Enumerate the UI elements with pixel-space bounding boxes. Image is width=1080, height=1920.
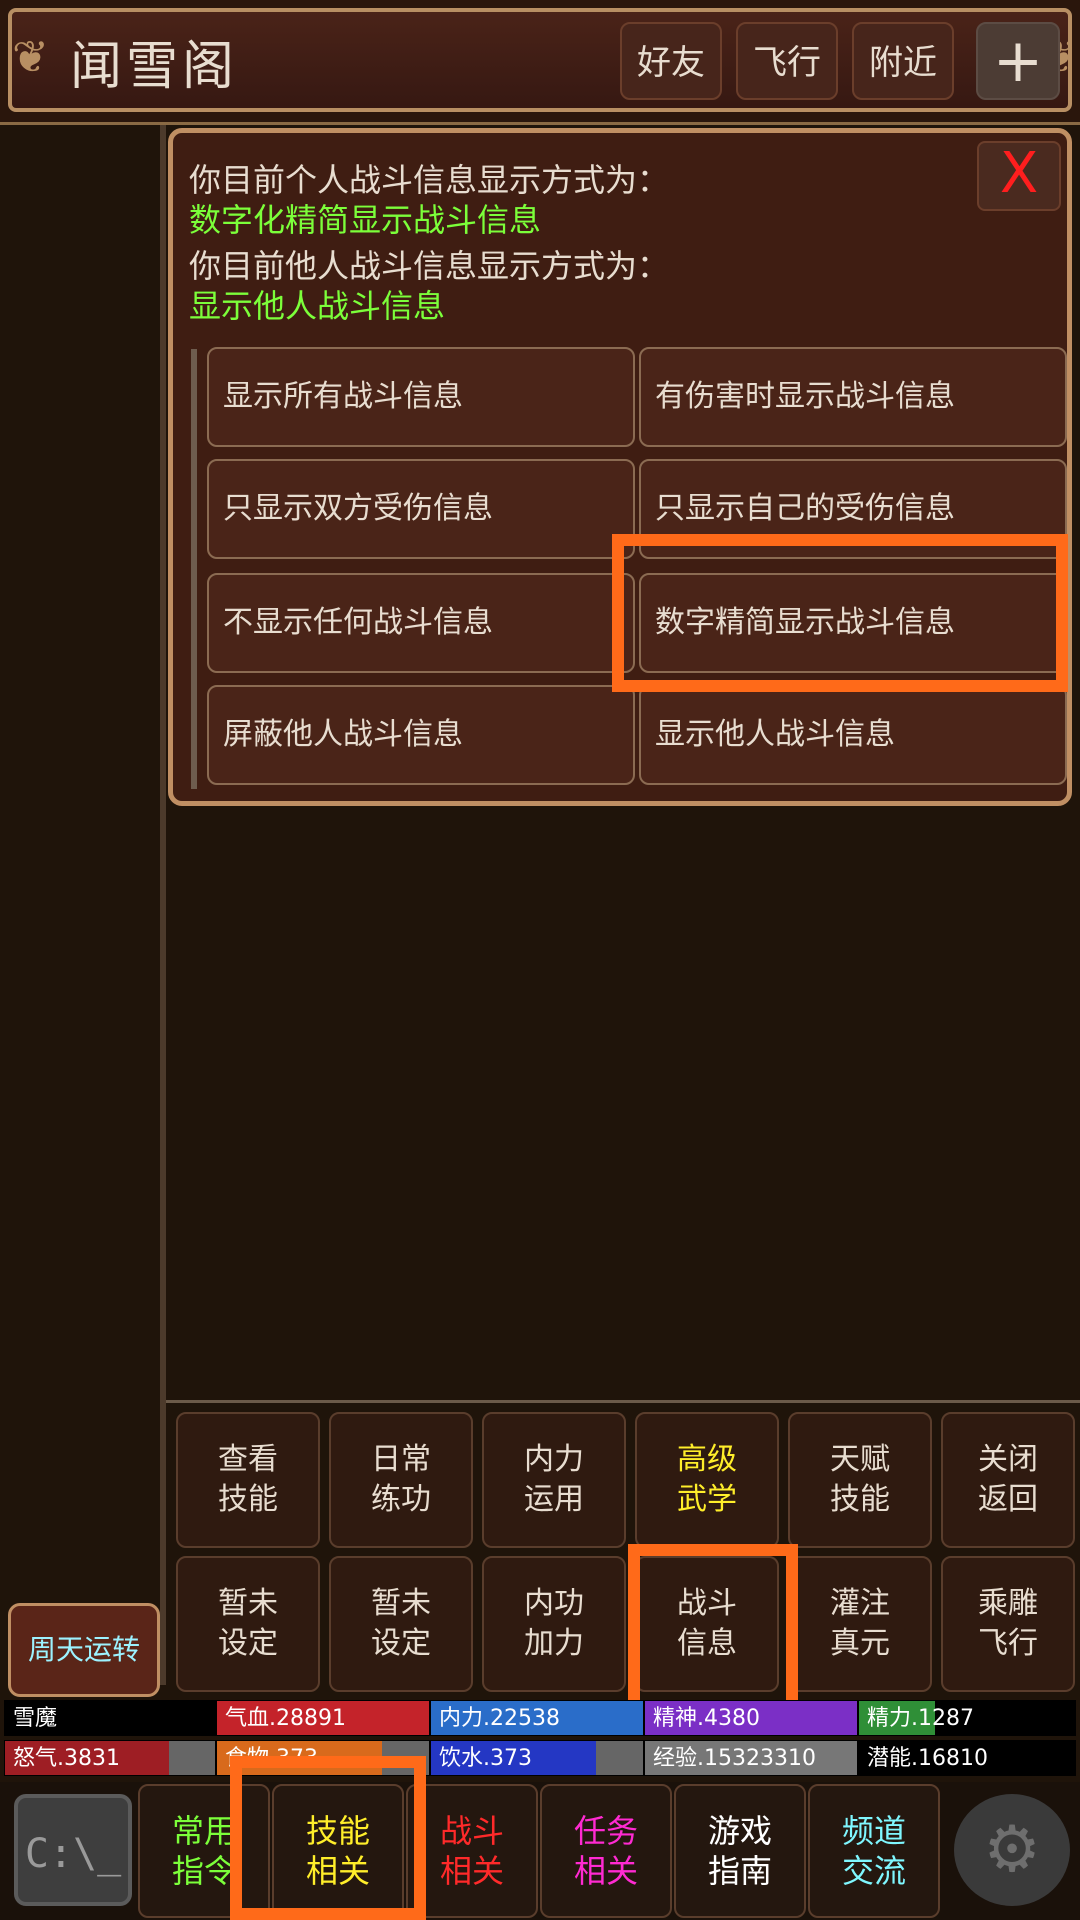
- bottom-label-2: 交流: [841, 1852, 906, 1890]
- stat-label: 怒气.3831: [13, 1746, 120, 1771]
- close-button[interactable]: X: [977, 141, 1061, 211]
- stat-exp: 经验.15323310: [644, 1740, 858, 1776]
- grid-label-1: 暂未: [218, 1586, 278, 1621]
- bottom-label-1: 频道: [841, 1812, 906, 1850]
- ornament-left-icon: ❦: [12, 32, 49, 83]
- grid-label-1: 关闭: [978, 1442, 1038, 1477]
- battle-info-popup: 你目前个人战斗信息显示方式为： 数字化精简显示战斗信息 你目前他人战斗信息显示方…: [168, 128, 1072, 806]
- fly-button[interactable]: 飞行: [736, 22, 838, 100]
- stat-water: 饮水.373: [430, 1740, 644, 1776]
- grid-neili-use[interactable]: 内力 运用: [482, 1412, 626, 1548]
- plus-button[interactable]: +: [976, 22, 1060, 100]
- grid-label-2: 真元: [830, 1626, 890, 1661]
- stat-label: 精神.4380: [653, 1706, 760, 1731]
- grid-label-2: 运用: [524, 1482, 584, 1517]
- settings-gear-icon[interactable]: ⚙: [954, 1794, 1070, 1906]
- grid-label-2: 设定: [371, 1626, 431, 1661]
- stat-label: 内力.22538: [439, 1706, 560, 1731]
- stat-name: 雪魔: [4, 1700, 216, 1736]
- grid-label-2: 技能: [830, 1482, 890, 1517]
- sidebar-divider: [160, 125, 166, 1685]
- stat-neili: 内力.22538: [430, 1700, 644, 1736]
- zhoutian-button[interactable]: 周天运转: [8, 1603, 160, 1697]
- personal-mode-value: 数字化精简显示战斗信息: [189, 201, 542, 239]
- grid-ride-eagle[interactable]: 乘雕 飞行: [941, 1556, 1075, 1692]
- option-show-both-damage[interactable]: 只显示双方受伤信息: [207, 459, 635, 559]
- options-scrollbar[interactable]: [191, 349, 197, 789]
- grid-inner-power-boost[interactable]: 内功 加力: [482, 1556, 626, 1692]
- grid-label-2: 设定: [218, 1626, 278, 1661]
- grid-label-1: 高级: [677, 1442, 737, 1477]
- grid-close-return[interactable]: 关闭 返回: [941, 1412, 1075, 1548]
- grid-daily-practice[interactable]: 日常 练功: [329, 1412, 473, 1548]
- top-header: ❦ ❦ 闻雪阁 好友 飞行 附近 +: [0, 0, 1080, 125]
- grid-label-1: 天赋: [830, 1442, 890, 1477]
- stat-label: 气血.28891: [225, 1706, 346, 1731]
- bottom-label-1: 任务: [573, 1812, 638, 1850]
- grid-unset-1[interactable]: 暂未 设定: [176, 1556, 320, 1692]
- option-show-all[interactable]: 显示所有战斗信息: [207, 347, 635, 447]
- grid-label-2: 返回: [978, 1482, 1038, 1517]
- stat-label: 潜能.16810: [867, 1746, 988, 1771]
- page-title: 闻雪阁: [70, 37, 239, 97]
- grid-view-skills[interactable]: 查看 技能: [176, 1412, 320, 1548]
- grid-label-1: 暂未: [371, 1586, 431, 1621]
- grid-label-1: 内力: [524, 1442, 584, 1477]
- option-show-on-damage[interactable]: 有伤害时显示战斗信息: [639, 347, 1067, 447]
- highlight-numeric-option: [612, 534, 1068, 692]
- option-show-none[interactable]: 不显示任何战斗信息: [207, 573, 635, 673]
- others-mode-value: 显示他人战斗信息: [189, 287, 446, 325]
- stat-rage: 怒气.3831: [4, 1740, 216, 1776]
- quest-related-button[interactable]: 任务 相关: [540, 1784, 672, 1918]
- grid-label-2: 练功: [371, 1482, 431, 1517]
- bottom-label-1: 游戏: [707, 1812, 772, 1850]
- stat-hp: 气血.28891: [216, 1700, 430, 1736]
- grid-talent-skills[interactable]: 天赋 技能: [788, 1412, 932, 1548]
- option-show-others[interactable]: 显示他人战斗信息: [639, 685, 1067, 785]
- friends-button[interactable]: 好友: [620, 22, 722, 100]
- stat-label: 饮水.373: [439, 1746, 532, 1771]
- bottom-label-2: 相关: [439, 1852, 504, 1890]
- grid-label-1: 日常: [371, 1442, 431, 1477]
- grid-infuse-energy[interactable]: 灌注 真元: [788, 1556, 932, 1692]
- stat-energy: 精力.1287: [858, 1700, 1076, 1736]
- grid-unset-2[interactable]: 暂未 设定: [329, 1556, 473, 1692]
- grid-label-1: 内功: [524, 1586, 584, 1621]
- grid-advanced-martial[interactable]: 高级 武学: [635, 1412, 779, 1548]
- grid-label-2: 武学: [677, 1482, 737, 1517]
- stat-label: 精力.1287: [867, 1706, 974, 1731]
- grid-label-1: 灌注: [830, 1586, 890, 1621]
- highlight-skills-related: [230, 1756, 426, 1920]
- grid-label-2: 加力: [524, 1626, 584, 1661]
- bottom-label-2: 相关: [573, 1852, 638, 1890]
- option-block-others[interactable]: 屏蔽他人战斗信息: [207, 685, 635, 785]
- grid-label-1: 乘雕: [978, 1586, 1038, 1621]
- console-icon[interactable]: C:\_: [14, 1794, 132, 1906]
- bottom-label-2: 指南: [707, 1852, 772, 1890]
- stat-potential: 潜能.16810: [858, 1740, 1076, 1776]
- nearby-button[interactable]: 附近: [852, 22, 954, 100]
- grid-label-2: 飞行: [978, 1626, 1038, 1661]
- channel-chat-button[interactable]: 频道 交流: [808, 1784, 940, 1918]
- stat-label: 经验.15323310: [653, 1746, 816, 1771]
- game-guide-button[interactable]: 游戏 指南: [674, 1784, 806, 1918]
- stat-spirit: 精神.4380: [644, 1700, 858, 1736]
- stat-label: 雪魔: [13, 1706, 58, 1731]
- grid-label-2: 技能: [218, 1482, 278, 1517]
- grid-separator: [166, 1400, 1080, 1403]
- highlight-battle-info: [628, 1544, 798, 1718]
- bottom-label-1: 战斗: [439, 1812, 504, 1850]
- grid-label-1: 查看: [218, 1442, 278, 1477]
